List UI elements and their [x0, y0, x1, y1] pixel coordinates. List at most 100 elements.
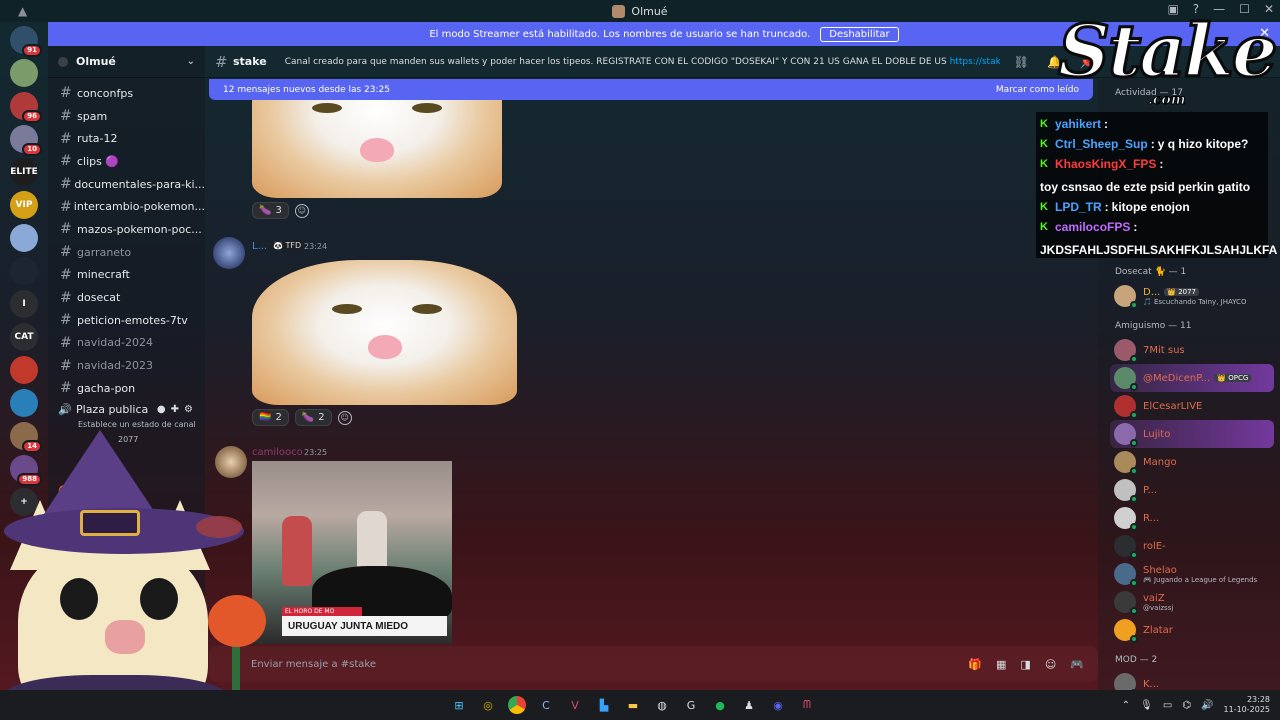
chrome-icon[interactable] [508, 696, 526, 714]
server-icon[interactable]: 96 [10, 92, 42, 123]
server-icon[interactable]: 10 [10, 125, 42, 156]
member-info: D... 👑 2077 🎵 Escuchando Tainy, JHAYCO [1143, 287, 1247, 306]
cat-image[interactable] [252, 100, 502, 198]
mic-icon[interactable]: 🎙 [1140, 700, 1153, 711]
chat-bubble-icon[interactable]: ● [157, 404, 166, 415]
emoji-icon[interactable]: ☺ [1045, 658, 1056, 671]
app-icon[interactable]: ᗰ [798, 696, 816, 714]
server-icon[interactable]: CAT [10, 323, 38, 351]
channel-item[interactable]: # gacha-pon [48, 377, 205, 400]
apps-icon[interactable]: 🎮 [1070, 658, 1084, 671]
app-icon[interactable]: ♟ [740, 696, 758, 714]
channel-item[interactable]: # dosecat [48, 286, 205, 309]
sticker-icon[interactable]: ◨ [1020, 658, 1030, 671]
gif-icon[interactable]: ▦ [996, 658, 1006, 671]
message-author[interactable]: camilooco [252, 447, 303, 458]
channel-item[interactable]: # peticion-emotes-7tv [48, 309, 205, 332]
member-item[interactable]: Lujito [1110, 420, 1274, 448]
windows-start-icon[interactable]: ⊞ [450, 696, 468, 714]
mention-badge: 91 [22, 44, 42, 57]
hashtag-icon: # [60, 130, 72, 147]
status-dot [1130, 411, 1138, 419]
channel-item[interactable]: # navidad-2024 [48, 332, 205, 355]
channel-item[interactable]: # conconfps [48, 82, 205, 105]
app-icon[interactable]: ◍ [653, 696, 671, 714]
server-icon[interactable] [10, 257, 38, 285]
screen-icon[interactable]: ▭ [1163, 700, 1172, 711]
channel-item[interactable]: # minecraft [48, 264, 205, 287]
message-composer[interactable]: Enviar mensaje a #stake 🎁 ▦ ◨ ☺ 🎮 [209, 646, 1098, 682]
member-name: Shelao [1143, 564, 1177, 576]
discord-icon[interactable]: ◉ [769, 696, 787, 714]
channel-topic[interactable]: Canal creado para que manden sus wallets… [285, 57, 1000, 67]
member-item[interactable]: Zlatar [1098, 616, 1280, 644]
channel-item[interactable]: # intercambio-pokemon... [48, 195, 205, 218]
add-reaction-icon[interactable]: ☺ [337, 410, 352, 425]
member-item[interactable]: vaiZ @vaizssj [1098, 588, 1280, 616]
app-icon[interactable]: ▙ [595, 696, 613, 714]
member-item[interactable]: @MeDicenP... 👑 OPCG [1110, 364, 1274, 392]
member-item[interactable]: Shelao 🎮 Jugando a League of Legends [1098, 560, 1280, 588]
channel-item[interactable]: # spam [48, 105, 205, 128]
stake-logo-text: Stake [1057, 7, 1280, 95]
member-item[interactable]: D... 👑 2077 🎵 Escuchando Tainy, JHAYCO [1098, 282, 1280, 310]
cat-eye [412, 103, 442, 114]
threads-icon[interactable]: ⛓ [1014, 55, 1029, 69]
member-item[interactable]: R... [1098, 504, 1280, 532]
chevron-up-icon[interactable]: ⌃ [1122, 700, 1130, 711]
channel-item[interactable]: # navidad-2023 [48, 354, 205, 377]
spotify-icon[interactable]: ● [711, 696, 729, 714]
server-icon[interactable] [10, 59, 38, 87]
member-item[interactable]: K... [1098, 670, 1280, 690]
channel-item[interactable]: # documentales-para-ki... [48, 173, 205, 196]
reaction-eggplant[interactable]: 🍆 2 [294, 409, 332, 426]
clock[interactable]: 23:28 11-10-2025 [1224, 695, 1271, 715]
new-messages-bar[interactable]: 12 mensajes nuevos desde las 23:25 Marca… [209, 79, 1093, 100]
member-item[interactable]: rolE- [1098, 532, 1280, 560]
server-icon[interactable] [10, 356, 38, 384]
server-icon[interactable]: I [10, 290, 38, 318]
voice-channel-plaza-publica[interactable]: 🔊 Plaza publica ● ✚ ⚙ [48, 400, 205, 420]
avatar[interactable] [213, 237, 245, 269]
network-icon[interactable]: ⌬ [1182, 700, 1191, 711]
channel-label: mazos-pokemon-poc... [77, 222, 202, 236]
cat-image[interactable] [252, 260, 517, 405]
member-item[interactable]: P... [1098, 476, 1280, 504]
disable-streamer-mode-button[interactable]: Deshabilitar [820, 26, 899, 42]
app-icon[interactable]: ◎ [479, 696, 497, 714]
member-item[interactable]: ElCesarLIVE [1098, 392, 1280, 420]
app-icon[interactable]: G [682, 696, 700, 714]
voice-status[interactable]: Establece un estado de canal [48, 420, 205, 429]
reaction-rainbow[interactable]: 🏳️‍🌈 2 [252, 409, 289, 426]
channel-label: dosecat [77, 291, 121, 305]
invite-icon[interactable]: ✚ [171, 404, 179, 415]
browser-icon[interactable]: C [537, 696, 555, 714]
avatar [1114, 285, 1138, 309]
channel-label: intercambio-pokemon... [73, 200, 205, 214]
server-icon[interactable] [10, 224, 38, 252]
video-clip[interactable]: EL HORO DE MO URUGUAY JUNTA MIEDO [252, 461, 452, 644]
server-icon[interactable]: ELITE [10, 158, 38, 186]
app-icon[interactable]: V [566, 696, 584, 714]
server-icon[interactable]: 91 [10, 26, 42, 57]
server-icon[interactable] [10, 389, 38, 417]
message-author[interactable]: L... [252, 241, 267, 252]
volume-icon[interactable]: 🔊 [1201, 700, 1213, 711]
member-item[interactable]: Mango [1098, 448, 1280, 476]
reaction-eggplant[interactable]: 🍆 3 [252, 202, 289, 219]
channel-item[interactable]: # mazos-pokemon-poc... [48, 218, 205, 241]
folder-icon[interactable]: ▬ [624, 696, 642, 714]
add-reaction-icon[interactable]: ☺ [294, 203, 309, 218]
guild-header[interactable]: Olmué ⌄ [48, 46, 205, 78]
topic-link[interactable]: https://stake.com/?offer=do... [950, 57, 1000, 67]
channel-item[interactable]: # ruta-12 [48, 127, 205, 150]
server-icon[interactable]: VIP [10, 191, 38, 219]
member-item[interactable]: 7Mit sus [1098, 336, 1280, 364]
channel-item[interactable]: # garraneto [48, 241, 205, 264]
gift-icon[interactable]: 🎁 [968, 658, 982, 671]
status-dot [1130, 551, 1138, 559]
channel-item[interactable]: # clips 🟣 [48, 150, 205, 173]
member-info: Shelao 🎮 Jugando a League of Legends [1143, 565, 1257, 584]
gear-icon[interactable]: ⚙ [184, 404, 193, 415]
member-name: Mango [1143, 456, 1177, 468]
